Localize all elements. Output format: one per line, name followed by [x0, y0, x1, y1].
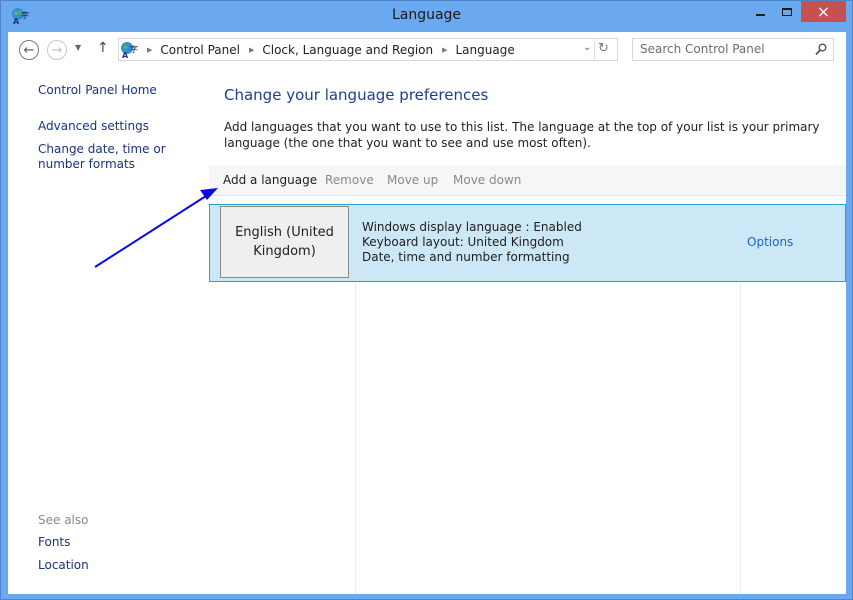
title-bar[interactable]: A 字 Language × [1, 1, 852, 32]
remove-button[interactable]: Remove [325, 173, 374, 187]
add-language-button[interactable]: Add a language [223, 173, 317, 187]
page-description: Add languages that you want to use to th… [224, 120, 820, 150]
navigation-bar: ← → ▼ ↑ A 字 ▶ Control Panel ▶ Clock, Lan… [8, 32, 846, 68]
language-list-item[interactable]: English (United Kingdom) Windows display… [209, 204, 846, 282]
advanced-settings-link[interactable]: Advanced settings [38, 119, 149, 133]
page-title: Change your language preferences [224, 86, 489, 104]
address-bar[interactable]: A 字 ▶ Control Panel ▶ Clock, Language an… [118, 38, 618, 61]
up-arrow-icon: ↑ [97, 40, 109, 56]
language-window: A 字 Language × ← → ▼ ↑ A 字 ▶ Control Pan… [0, 0, 853, 600]
window-title: Language [391, 7, 462, 23]
minimize-icon [755, 13, 765, 16]
close-icon: × [816, 2, 831, 21]
search-icon[interactable] [815, 43, 827, 56]
search-input[interactable] [640, 42, 805, 56]
back-arrow-icon: ← [23, 42, 35, 58]
forward-button[interactable]: → [47, 40, 67, 60]
language-toolbar: Add a language Remove Move up Move down [209, 165, 846, 196]
breadcrumb-separator-icon[interactable]: ▶ [249, 46, 254, 54]
svg-text:A: A [122, 51, 129, 59]
keyboard-layout: Keyboard layout: United Kingdom [362, 235, 564, 249]
language-details: Windows display language : Enabled Keybo… [362, 220, 582, 265]
move-up-button[interactable]: Move up [387, 173, 438, 187]
date-time-formatting: Date, time and number formatting [362, 250, 570, 264]
display-language-status: Windows display language : Enabled [362, 220, 582, 234]
breadcrumb-control-panel[interactable]: Control Panel [160, 43, 240, 57]
move-down-button[interactable]: Move down [453, 173, 521, 187]
location-link[interactable]: Location [38, 558, 89, 572]
maximize-icon [781, 7, 792, 16]
fonts-link[interactable]: Fonts [38, 535, 70, 549]
maximize-button[interactable] [773, 1, 800, 22]
search-box[interactable] [632, 38, 834, 61]
refresh-icon[interactable]: ↻ [598, 41, 614, 56]
svg-text:字: 字 [130, 44, 138, 54]
control-panel-home-link[interactable]: Control Panel Home [38, 83, 157, 97]
breadcrumb-separator-icon[interactable]: ▶ [442, 46, 447, 54]
language-name-tile[interactable]: English (United Kingdom) [220, 206, 349, 278]
language-options-link[interactable]: Options [747, 235, 793, 249]
client-area: ← → ▼ ↑ A 字 ▶ Control Panel ▶ Clock, Lan… [8, 32, 846, 594]
close-button[interactable]: × [801, 1, 846, 22]
breadcrumb-separator-icon[interactable]: ▶ [147, 46, 152, 54]
language-location-icon: A 字 [121, 41, 138, 59]
forward-arrow-icon: → [51, 42, 63, 58]
change-date-time-formats-link[interactable]: Change date, time or number formats [38, 142, 208, 172]
back-button[interactable]: ← [19, 40, 39, 60]
language-list: English (United Kingdom) Windows display… [209, 204, 846, 594]
breadcrumb-clock-language-region[interactable]: Clock, Language and Region [262, 43, 433, 57]
minimize-button[interactable] [747, 1, 773, 22]
breadcrumb-language[interactable]: Language [456, 43, 515, 57]
recent-locations-button[interactable]: ▼ [75, 43, 81, 52]
chevron-down-icon: ▼ [75, 43, 82, 52]
address-divider [594, 39, 595, 60]
see-also-heading: See also [38, 513, 89, 527]
up-button[interactable]: ↑ [97, 40, 109, 56]
